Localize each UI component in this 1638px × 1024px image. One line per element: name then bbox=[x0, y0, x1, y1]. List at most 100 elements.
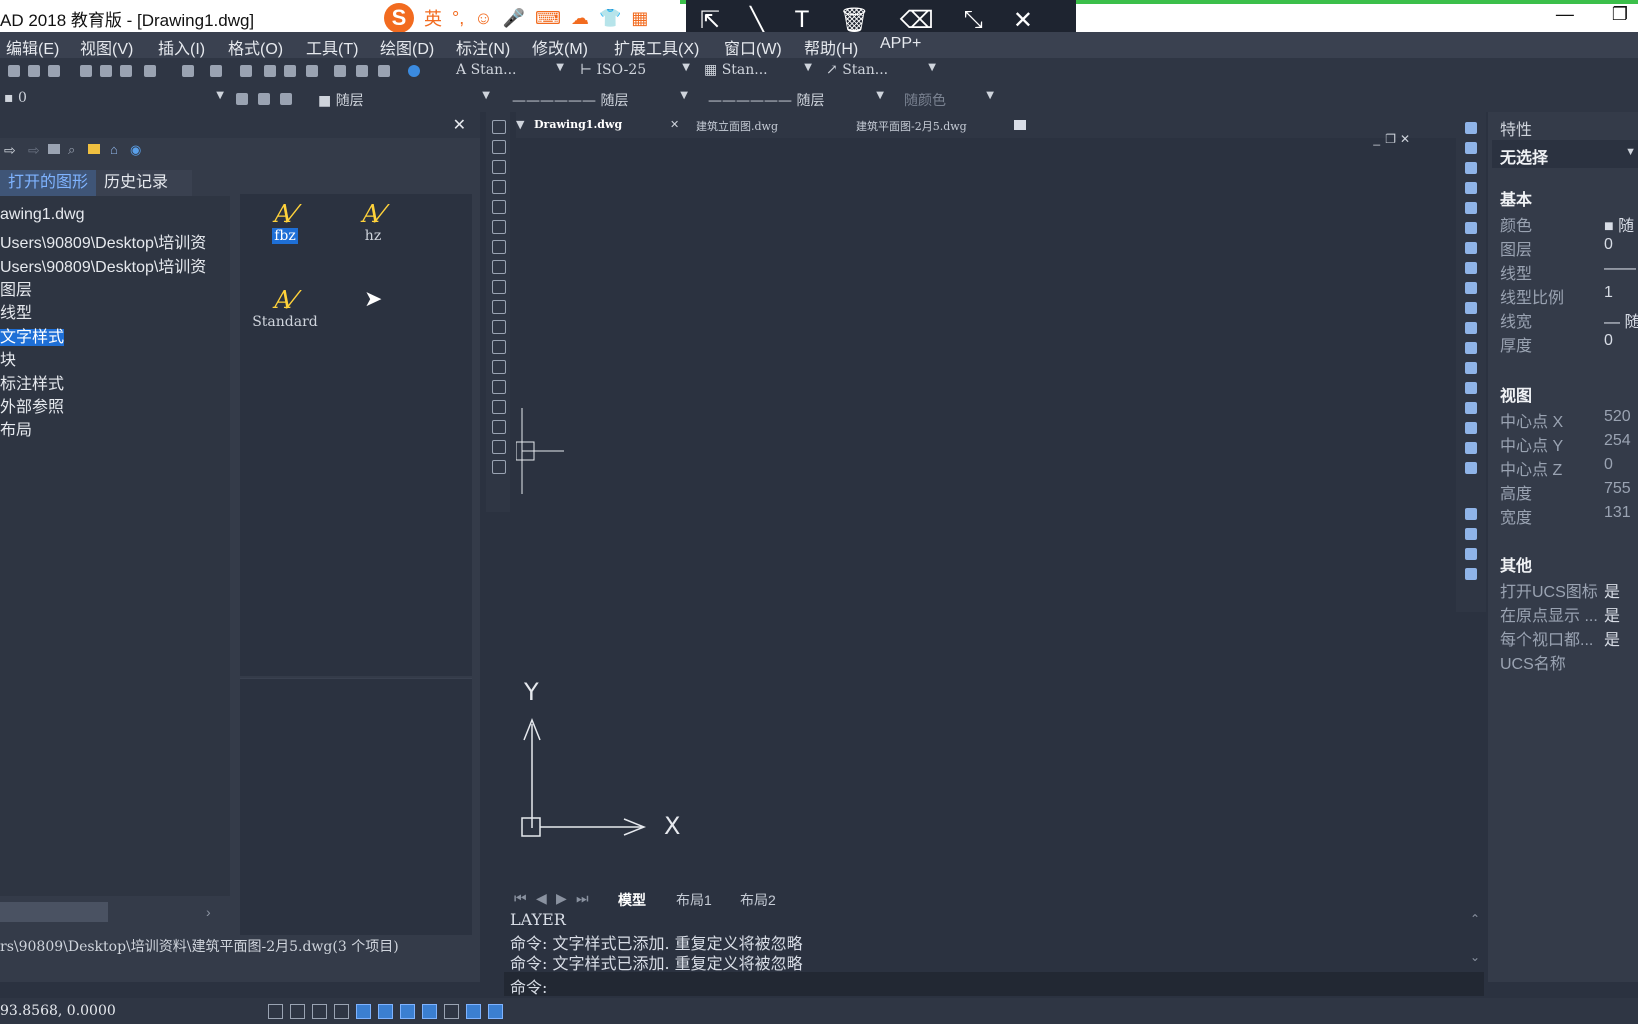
zoom-window-icon[interactable] bbox=[284, 65, 296, 77]
dim-style-combo[interactable]: ⊢ ISO-25 ▼ bbox=[580, 62, 690, 82]
menu-draw[interactable]: 绘图(D) bbox=[380, 35, 434, 59]
prev-layout-icon[interactable]: ◀ bbox=[536, 890, 547, 907]
menu-modify[interactable]: 修改(M) bbox=[532, 35, 588, 59]
text-style-combo[interactable]: A Stan... ▼ bbox=[456, 62, 564, 82]
lineweight-combo[interactable]: —————— 随层 ▼ bbox=[708, 90, 884, 110]
make-block-icon[interactable] bbox=[492, 360, 506, 374]
tab-history[interactable]: 历史记录 bbox=[96, 170, 192, 196]
menu-window[interactable]: 窗口(W) bbox=[724, 35, 782, 59]
doc-tab-close-icon[interactable]: ✕ bbox=[670, 118, 679, 131]
arc-tool-icon[interactable] bbox=[492, 220, 506, 234]
polar-toggle[interactable] bbox=[334, 1004, 349, 1019]
menu-help[interactable]: 帮助(H) bbox=[804, 35, 858, 59]
line-icon[interactable]: ╲ bbox=[750, 6, 764, 35]
layer-combo[interactable]: ▪ 0 ▼ bbox=[4, 90, 224, 110]
tree-item-linetypes[interactable]: 线型 bbox=[0, 299, 230, 323]
blend-tool-icon[interactable] bbox=[1465, 422, 1477, 434]
table-tool-icon[interactable] bbox=[492, 440, 506, 454]
first-layout-icon[interactable]: ⏮ bbox=[514, 890, 527, 907]
design-center-icon[interactable] bbox=[356, 65, 368, 77]
tree-item-dim-styles[interactable]: 标注样式 bbox=[0, 370, 230, 394]
prop-value-ucs-on[interactable]: 是 bbox=[1604, 578, 1620, 602]
text-style-item-standard[interactable]: A⁄ Standard bbox=[240, 286, 330, 330]
forward-icon[interactable]: ⇨ bbox=[28, 142, 40, 159]
spline-tool-icon[interactable] bbox=[492, 280, 506, 294]
qp-toggle[interactable] bbox=[488, 1004, 503, 1019]
color-combo[interactable]: ■ 随层 ▼ bbox=[318, 90, 490, 110]
layer-match-icon[interactable] bbox=[258, 93, 270, 105]
select-move-icon[interactable]: ⇱ bbox=[700, 6, 720, 35]
match-prop-icon[interactable] bbox=[144, 65, 156, 77]
menu-dimension[interactable]: 标注(N) bbox=[456, 35, 510, 59]
offset-tool-icon[interactable] bbox=[1465, 182, 1477, 194]
copy-icon[interactable] bbox=[100, 65, 112, 77]
next-layout-icon[interactable]: ▶ bbox=[556, 890, 567, 907]
ime-toolbar[interactable]: S 英 °, ☺ 🎤 ⌨ ☁ 👕 ▦ bbox=[384, 3, 676, 33]
help-icon[interactable] bbox=[408, 65, 420, 77]
prop-value-ltscale[interactable]: 1 bbox=[1604, 284, 1613, 302]
sogou-logo-icon[interactable]: S bbox=[384, 3, 414, 33]
selection-dropdown[interactable]: 无选择 ▼ bbox=[1492, 140, 1638, 168]
back-icon[interactable]: ⇨ bbox=[4, 142, 16, 159]
new-tab-icon[interactable] bbox=[1014, 120, 1026, 130]
tree-item-path[interactable]: Users\90809\Desktop\培训资 bbox=[0, 253, 230, 277]
tab-model[interactable]: 模型 bbox=[618, 890, 646, 910]
fillet-tool-icon[interactable] bbox=[1465, 402, 1477, 414]
up-folder-icon[interactable] bbox=[48, 144, 60, 154]
stretch-tool-icon[interactable] bbox=[1465, 282, 1477, 294]
menu-view[interactable]: 视图(V) bbox=[80, 35, 133, 59]
rectangle-tool-icon[interactable] bbox=[492, 200, 506, 214]
properties-icon[interactable] bbox=[334, 65, 346, 77]
draworder-back-icon[interactable] bbox=[1465, 528, 1477, 540]
menu-insert[interactable]: 插入(I) bbox=[158, 35, 205, 59]
tree-item-path[interactable]: Users\90809\Desktop\培训资 bbox=[0, 229, 230, 253]
clear-icon[interactable]: ⌫ bbox=[900, 6, 934, 35]
prop-value-thickness[interactable]: 0 bbox=[1604, 332, 1613, 350]
doc-tab-floorplan[interactable]: 建筑平面图-2月5.dwg bbox=[856, 118, 967, 134]
tree-item-layers[interactable]: 图层 bbox=[0, 276, 230, 300]
undo-icon[interactable] bbox=[182, 65, 194, 77]
chevron-right-icon[interactable]: › bbox=[206, 904, 211, 920]
paste-icon[interactable] bbox=[120, 65, 132, 77]
break-tool-icon[interactable] bbox=[1465, 342, 1477, 354]
doc-restore-icon[interactable]: ❐ bbox=[1385, 132, 1396, 146]
join-tool-icon[interactable] bbox=[1465, 362, 1477, 374]
array-tool-icon[interactable] bbox=[1465, 202, 1477, 214]
layer-manager-icon[interactable] bbox=[280, 93, 292, 105]
command-input[interactable]: 命令: bbox=[504, 972, 1484, 997]
linetype-combo[interactable]: —————— 随层 ▼ bbox=[512, 90, 688, 110]
draworder-above-icon[interactable] bbox=[1465, 548, 1477, 560]
explode-tool-icon[interactable] bbox=[1465, 442, 1477, 454]
new-icon[interactable] bbox=[8, 65, 20, 77]
mirror-tool-icon[interactable] bbox=[1465, 162, 1477, 174]
ime-mic-icon[interactable]: 🎤 bbox=[503, 8, 525, 29]
tool-palette-icon[interactable] bbox=[378, 65, 390, 77]
tree-item-layouts[interactable]: 布局 bbox=[0, 416, 230, 440]
tab-list-chevron-icon[interactable]: ▼ bbox=[516, 118, 524, 131]
horizontal-scrollbar[interactable] bbox=[0, 902, 108, 922]
open-icon[interactable] bbox=[28, 65, 40, 77]
cut-icon[interactable] bbox=[80, 65, 92, 77]
tree-item-blocks[interactable]: 块 bbox=[0, 346, 230, 370]
ime-keyboard-icon[interactable]: ⌨ bbox=[535, 8, 561, 29]
close-icon[interactable]: ✕ bbox=[1013, 6, 1033, 35]
close-icon[interactable]: ✕ bbox=[453, 115, 466, 135]
mtext-tool-icon[interactable] bbox=[492, 460, 506, 474]
doc-close-icon[interactable]: ✕ bbox=[1400, 132, 1410, 146]
prop-value-lineweight[interactable]: — 随 bbox=[1604, 308, 1638, 332]
ime-emoji-icon[interactable]: ☺ bbox=[474, 8, 492, 29]
line-tool-icon[interactable] bbox=[492, 120, 506, 134]
minimize-button[interactable]: — bbox=[1556, 4, 1574, 25]
tab-layout2[interactable]: 布局2 bbox=[740, 890, 776, 910]
prop-value-ucs-origin[interactable]: 是 bbox=[1604, 602, 1620, 626]
section-basic[interactable]: 基本 bbox=[1500, 186, 1532, 210]
text-icon[interactable]: T bbox=[795, 6, 810, 34]
osnap-toggle[interactable] bbox=[356, 1004, 371, 1019]
move-tool-icon[interactable] bbox=[1465, 222, 1477, 234]
scroll-down-icon[interactable]: ⌄ bbox=[1470, 950, 1480, 964]
ime-lang-toggle[interactable]: 英 bbox=[424, 5, 442, 31]
text-style-item-fbz[interactable]: A⁄ fbz bbox=[240, 200, 330, 244]
ime-toolbox-icon[interactable]: ☁ bbox=[571, 8, 589, 29]
last-layout-icon[interactable]: ⏭ bbox=[576, 890, 589, 907]
gradient-tool-icon[interactable] bbox=[492, 420, 506, 434]
